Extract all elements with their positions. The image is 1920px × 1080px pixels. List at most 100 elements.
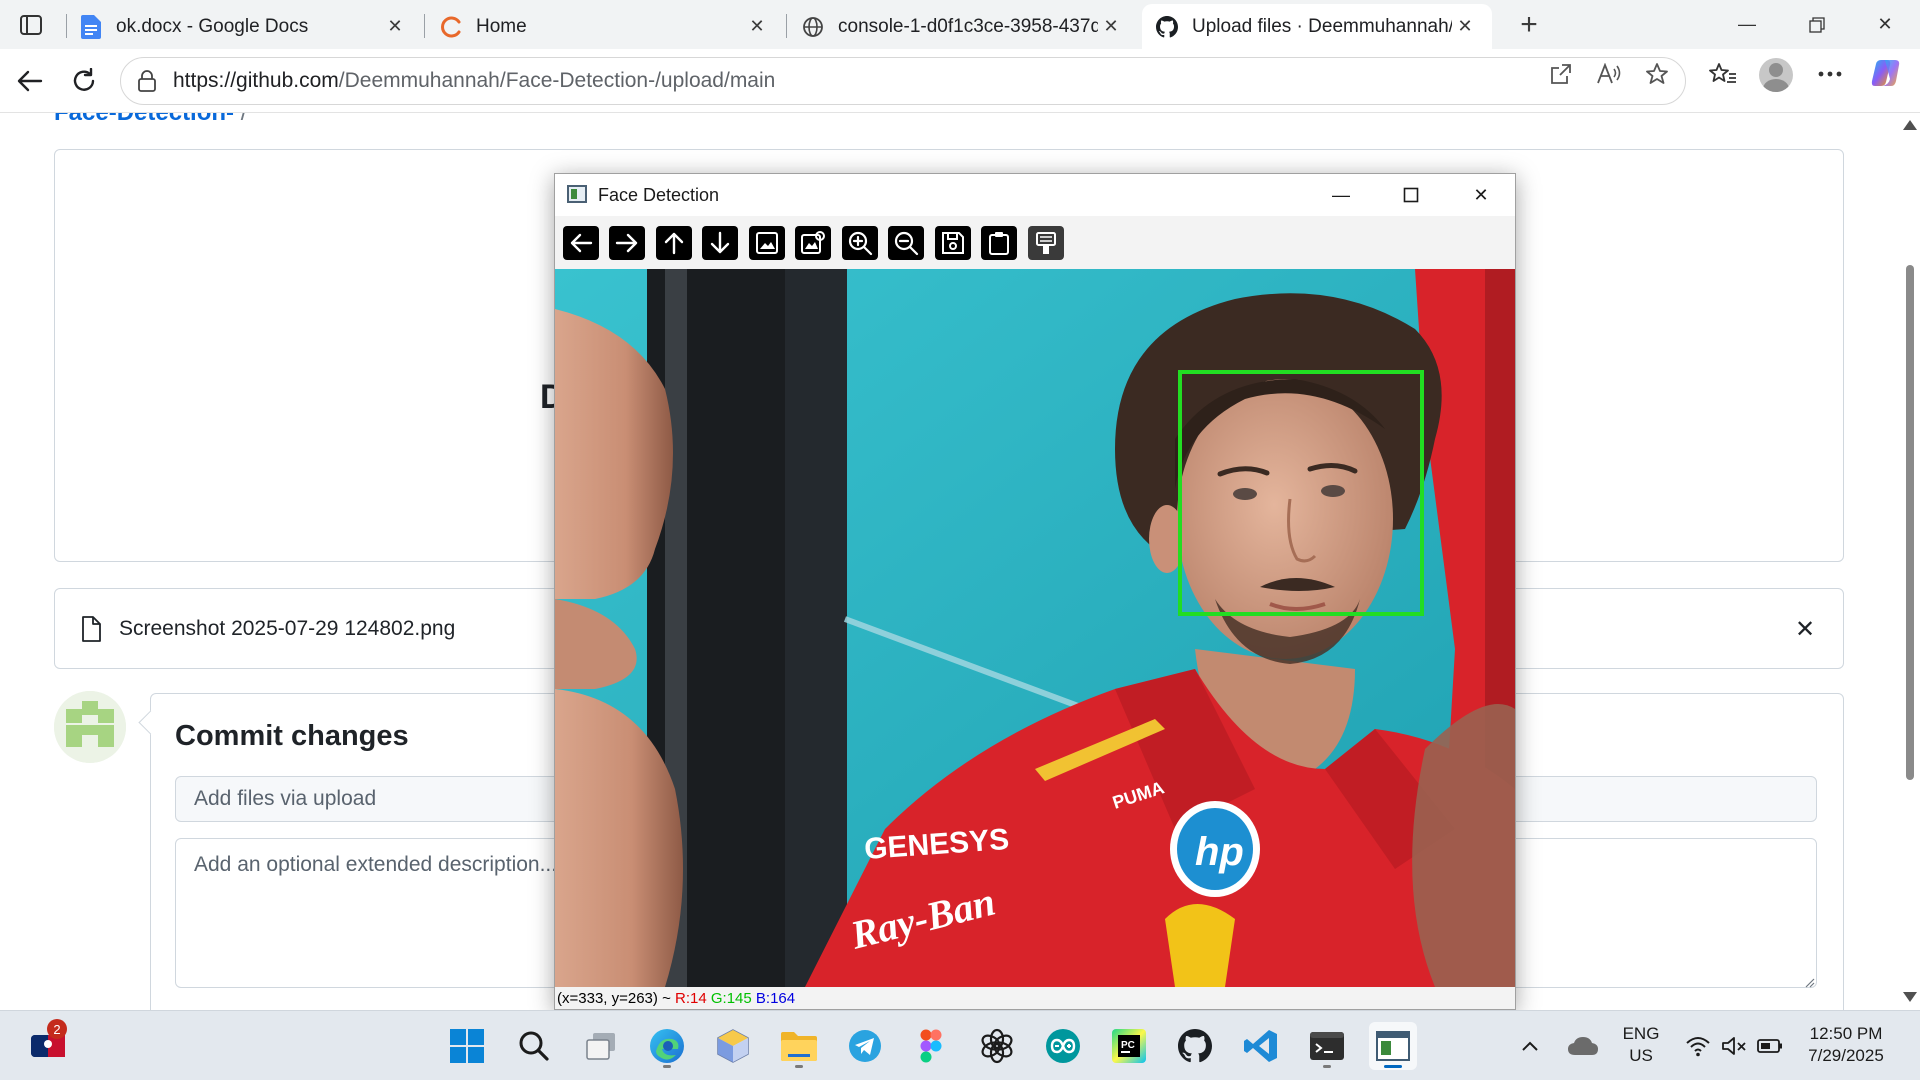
file-explorer-icon[interactable] <box>775 1022 823 1070</box>
copilot-icon[interactable] <box>1868 55 1904 91</box>
clock[interactable]: 12:50 PM 7/29/2025 <box>1796 1023 1896 1067</box>
notification-badge: 2 <box>47 1019 67 1039</box>
face-detection-titlebar[interactable]: Face Detection — ✕ <box>555 174 1515 216</box>
close-tab-icon[interactable]: ✕ <box>744 14 770 40</box>
url-host: https://github.com <box>173 69 339 92</box>
cv-status-bar: (x=333, y=263) ~ R:14 G:145 B:164 <box>557 990 795 1007</box>
close-window-button[interactable]: ✕ <box>1850 0 1920 49</box>
tab-console[interactable]: console-1-d0f1c3ce-3958-437d-b ✕ <box>788 4 1138 49</box>
telegram-icon[interactable] <box>841 1022 889 1070</box>
refresh-button[interactable] <box>64 61 104 101</box>
battery-icon[interactable] <box>1752 1022 1788 1070</box>
pixel-red-value: R:14 <box>675 990 707 1007</box>
tab-google-docs[interactable]: ok.docx - Google Docs ✕ <box>66 4 422 49</box>
minimize-window-button[interactable]: — <box>1712 0 1782 49</box>
breadcrumb-repo-link[interactable]: Face-Detection- <box>54 113 234 126</box>
pixel-green-value: G:145 <box>710 990 752 1007</box>
globe-icon <box>802 16 824 38</box>
lock-icon[interactable] <box>133 70 161 92</box>
opencv-window-icon[interactable] <box>1369 1022 1417 1070</box>
scroll-down-arrow-icon[interactable] <box>1903 992 1917 1002</box>
vscode-icon[interactable] <box>1237 1022 1285 1070</box>
mlb-app-icon[interactable]: 2 <box>24 1019 72 1070</box>
arrow-up-icon[interactable] <box>656 226 692 260</box>
clock-date: 7/29/2025 <box>1808 1046 1884 1065</box>
tab-title: ok.docx - Google Docs <box>116 15 309 37</box>
scroll-thumb[interactable] <box>1906 265 1914 780</box>
github-desktop-icon[interactable] <box>1171 1022 1219 1070</box>
zoom-out-icon[interactable] <box>888 226 924 260</box>
pycharm-icon[interactable]: PC <box>1105 1022 1153 1070</box>
zoom-in-icon[interactable] <box>842 226 878 260</box>
resize-grip-icon[interactable] <box>1803 976 1815 988</box>
file-icon <box>81 615 105 643</box>
close-tab-icon[interactable]: ✕ <box>1452 14 1478 40</box>
arduino-icon[interactable] <box>1039 1022 1087 1070</box>
new-tab-button[interactable]: + <box>1512 8 1546 42</box>
opencv-app-icon <box>567 185 587 203</box>
tab-home[interactable]: Home ✕ <box>426 4 784 49</box>
github-icon <box>1156 15 1178 38</box>
show-hidden-icons-icon[interactable] <box>1513 1022 1547 1070</box>
address-bar[interactable]: https://github.com/Deemmuhannah/Face-Det… <box>120 57 1686 105</box>
tab-title: Upload files · Deemmuhannah/Fa <box>1192 15 1452 37</box>
terminal-icon[interactable] <box>1303 1022 1351 1070</box>
clipboard-icon[interactable] <box>981 226 1017 260</box>
tab-upload-files[interactable]: Upload files · Deemmuhannah/Fa ✕ <box>1142 4 1492 49</box>
detection-image[interactable]: hp GENESYS Ray-Ban PUMA <box>555 269 1515 987</box>
profile-avatar[interactable] <box>1758 57 1794 93</box>
save-icon[interactable] <box>935 226 971 260</box>
chatgpt-icon[interactable] <box>973 1022 1021 1070</box>
app-cube-icon[interactable] <box>709 1022 757 1070</box>
arrow-right-icon[interactable] <box>609 226 645 260</box>
close-tab-icon[interactable]: ✕ <box>1098 14 1124 40</box>
commit-changes-heading: Commit changes <box>175 720 409 752</box>
close-tab-icon[interactable]: ✕ <box>382 14 408 40</box>
browser-tab-strip: ok.docx - Google Docs ✕ Home ✕ console-1… <box>0 0 1920 49</box>
svg-text:hp: hp <box>1195 830 1244 874</box>
remove-file-icon[interactable]: ✕ <box>1791 615 1819 643</box>
edge-icon[interactable] <box>643 1022 691 1070</box>
face-detection-title: Face Detection <box>598 185 720 205</box>
favorite-star-icon[interactable] <box>1642 59 1672 89</box>
svg-text:PC: PC <box>1121 1040 1135 1051</box>
favorites-icon[interactable] <box>1708 59 1738 89</box>
tab-actions-menu-icon[interactable] <box>14 10 48 40</box>
read-aloud-icon[interactable] <box>1594 59 1624 89</box>
url-path: /Deemmuhannah/Face-Detection-/upload/mai… <box>338 69 776 92</box>
onedrive-cloud-icon[interactable] <box>1563 1022 1603 1070</box>
image-icon[interactable] <box>749 226 785 260</box>
open-in-app-icon[interactable] <box>1546 59 1576 89</box>
face-detection-window: Face Detection — ✕ hp GENESYS Ray-Ban PU… <box>554 173 1516 1010</box>
language-code: ENG <box>1622 1024 1660 1043</box>
uploaded-file-name: Screenshot 2025-07-29 124802.png <box>119 616 456 640</box>
back-button[interactable] <box>10 61 50 101</box>
start-icon[interactable] <box>443 1022 491 1070</box>
task-view-icon[interactable] <box>577 1022 625 1070</box>
wifi-icon[interactable] <box>1680 1022 1716 1070</box>
restore-window-button[interactable] <box>1782 0 1852 49</box>
language-indicator[interactable]: ENG US <box>1617 1023 1665 1067</box>
tab-title: console-1-d0f1c3ce-3958-437d-b <box>838 15 1098 37</box>
cv-maximize-button[interactable] <box>1376 174 1446 216</box>
url-text[interactable]: https://github.com/Deemmuhannah/Face-Det… <box>173 69 775 93</box>
cv-minimize-button[interactable]: — <box>1306 174 1376 216</box>
search-icon[interactable] <box>510 1022 558 1070</box>
page-scrollbar[interactable] <box>1898 113 1920 1010</box>
properties-icon[interactable] <box>1028 226 1064 260</box>
pixel-blue-value: B:164 <box>755 990 796 1007</box>
user-avatar[interactable] <box>54 691 126 763</box>
arrow-down-icon[interactable] <box>702 226 738 260</box>
clock-time: 12:50 PM <box>1809 1024 1883 1043</box>
breadcrumb: Face-Detection- / <box>54 113 247 127</box>
image-settings-icon[interactable] <box>795 226 831 260</box>
scroll-up-arrow-icon[interactable] <box>1903 120 1917 130</box>
more-options-icon[interactable] <box>1815 59 1845 89</box>
cursor-coordinates: (x=333, y=263) ~ <box>557 990 671 1007</box>
volume-muted-icon[interactable] <box>1716 1022 1752 1070</box>
keyboard-layout: US <box>1629 1046 1653 1065</box>
figma-icon[interactable] <box>907 1022 955 1070</box>
arrow-left-icon[interactable] <box>563 226 599 260</box>
cv-close-button[interactable]: ✕ <box>1446 174 1515 216</box>
browser-toolbar: https://github.com/Deemmuhannah/Face-Det… <box>0 49 1920 113</box>
